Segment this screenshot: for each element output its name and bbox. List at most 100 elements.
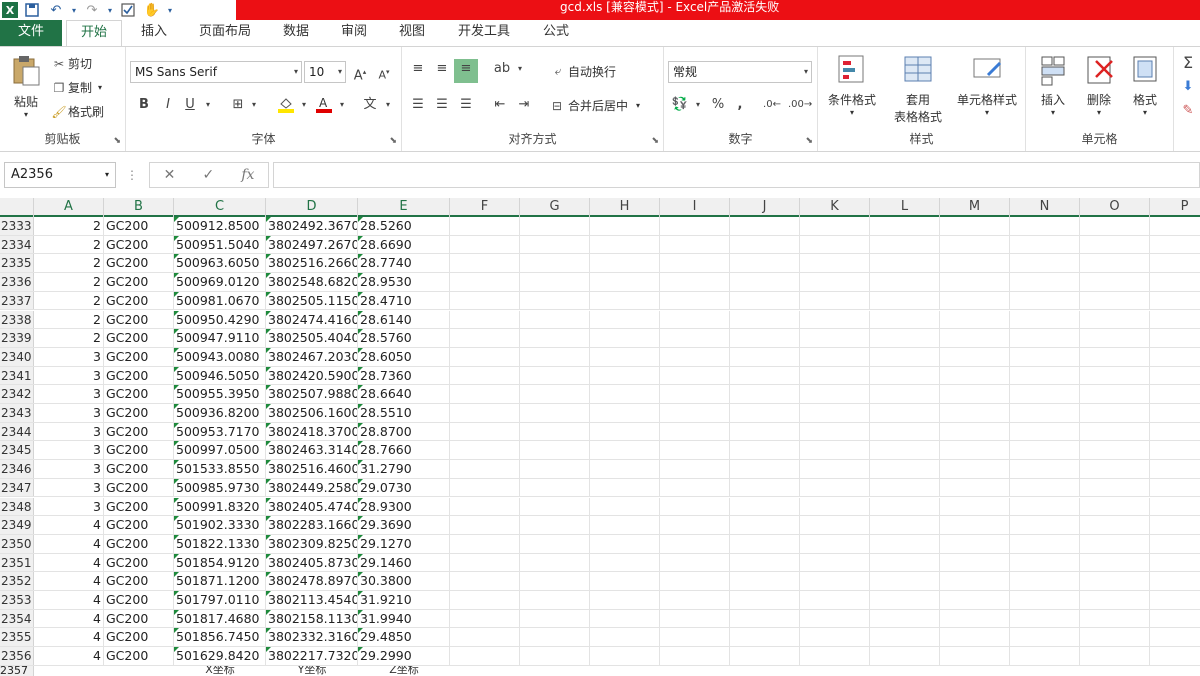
cell-h2351[interactable] <box>590 553 660 572</box>
tab-formulas[interactable]: 公式 <box>536 20 576 46</box>
cell-a2341[interactable]: 3 <box>34 366 104 385</box>
cell-j2356[interactable] <box>730 647 800 665</box>
row-header[interactable]: 2352 <box>0 572 34 590</box>
cell-g2345[interactable] <box>520 441 590 460</box>
cell-e2342[interactable]: 28.6640 <box>358 385 450 403</box>
cell-l2333[interactable] <box>870 217 940 235</box>
cell-k2342[interactable] <box>800 385 870 403</box>
select-all-corner[interactable] <box>0 198 34 217</box>
cell-f2347[interactable] <box>450 478 520 497</box>
cell-g2352[interactable] <box>520 572 590 590</box>
cell-n2352[interactable] <box>1010 572 1080 590</box>
column-header-f[interactable]: F <box>450 198 520 217</box>
cell-o2333[interactable] <box>1080 217 1150 235</box>
cell-j2345[interactable] <box>730 441 800 460</box>
cell-n2333[interactable] <box>1010 217 1080 235</box>
cell-h2355[interactable] <box>590 628 660 647</box>
bold-button[interactable]: B <box>134 95 154 115</box>
decrease-decimal-icon[interactable]: .00→ <box>788 95 812 115</box>
row-header[interactable]: 2357 <box>0 665 34 676</box>
cell-a2352[interactable]: 4 <box>34 572 104 590</box>
cell-c2354[interactable]: 501817.4680 <box>174 609 266 628</box>
column-header-h[interactable]: H <box>590 198 660 217</box>
font-color-icon[interactable]: A <box>314 95 334 115</box>
cell-n2346[interactable] <box>1010 460 1080 478</box>
cell-c2345[interactable]: 500997.0500 <box>174 441 266 460</box>
cell-j2347[interactable] <box>730 478 800 497</box>
cell-n2355[interactable] <box>1010 628 1080 647</box>
cell-g2334[interactable] <box>520 235 590 254</box>
cell-l2340[interactable] <box>870 347 940 366</box>
cell-k2339[interactable] <box>800 329 870 347</box>
align-bottom-icon[interactable]: ≡ <box>454 59 478 83</box>
cell-g2337[interactable] <box>520 291 590 310</box>
column-header-g[interactable]: G <box>520 198 590 217</box>
column-header-a[interactable]: A <box>34 198 104 217</box>
column-header-c[interactable]: C <box>174 198 266 217</box>
cell-m2348[interactable] <box>940 497 1010 516</box>
cell-e2350[interactable]: 29.1270 <box>358 534 450 553</box>
cell-o2337[interactable] <box>1080 291 1150 310</box>
cell-f2333[interactable] <box>450 217 520 235</box>
cell-e2353[interactable]: 31.9210 <box>358 591 450 609</box>
cell-m2345[interactable] <box>940 441 1010 460</box>
cell-k2334[interactable] <box>800 235 870 254</box>
cell-a2355[interactable]: 4 <box>34 628 104 647</box>
cell-o2348[interactable] <box>1080 497 1150 516</box>
cell-l2342[interactable] <box>870 385 940 403</box>
cell-o2353[interactable] <box>1080 591 1150 609</box>
cell-p2343[interactable] <box>1150 404 1200 422</box>
name-box[interactable]: A2356 ▾ <box>4 162 116 188</box>
cell-e2336[interactable]: 28.9530 <box>358 273 450 291</box>
cell-h2346[interactable] <box>590 460 660 478</box>
tab-data[interactable]: 数据 <box>278 20 314 46</box>
cell-a2356[interactable]: 4 <box>34 647 104 665</box>
cell-c2335[interactable]: 500963.6050 <box>174 254 266 273</box>
cell-b2351[interactable]: GC200 <box>104 553 174 572</box>
cell-e2333[interactable]: 28.5260 <box>358 217 450 235</box>
cell-k2340[interactable] <box>800 347 870 366</box>
column-header-o[interactable]: O <box>1080 198 1150 217</box>
cell-m2337[interactable] <box>940 291 1010 310</box>
cell-e2351[interactable]: 29.1460 <box>358 553 450 572</box>
row-header[interactable]: 2349 <box>0 516 34 534</box>
cell-h2350[interactable] <box>590 534 660 553</box>
cell-f2349[interactable] <box>450 516 520 534</box>
cell-a2346[interactable]: 3 <box>34 460 104 478</box>
cell-n2356[interactable] <box>1010 647 1080 665</box>
row-header[interactable]: 2337 <box>0 291 34 310</box>
cell-l2345[interactable] <box>870 441 940 460</box>
cell-i2340[interactable] <box>660 347 730 366</box>
cell-l2335[interactable] <box>870 254 940 273</box>
cell-l2346[interactable] <box>870 460 940 478</box>
row-header[interactable]: 2355 <box>0 628 34 647</box>
cell-g2350[interactable] <box>520 534 590 553</box>
cell-c2353[interactable]: 501797.0110 <box>174 591 266 609</box>
cell-h2354[interactable] <box>590 609 660 628</box>
cell-c2356[interactable]: 501629.8420 <box>174 647 266 665</box>
cell-i2351[interactable] <box>660 553 730 572</box>
cell-e2348[interactable]: 28.9300 <box>358 497 450 516</box>
cell-j2339[interactable] <box>730 329 800 347</box>
cell-m2334[interactable] <box>940 235 1010 254</box>
cell-a2337[interactable]: 2 <box>34 291 104 310</box>
tab-page-layout[interactable]: 页面布局 <box>194 20 256 46</box>
cell-d2334[interactable]: 3802497.2670 <box>266 235 358 254</box>
font-name-combo[interactable]: MS Sans Serif ▾ <box>130 61 302 83</box>
clear-icon[interactable]: ✎ <box>1178 101 1198 121</box>
cell-k2346[interactable] <box>800 460 870 478</box>
cell-b2337[interactable]: GC200 <box>104 291 174 310</box>
cell-c2351[interactable]: 501854.9120 <box>174 553 266 572</box>
cell-m2338[interactable] <box>940 310 1010 329</box>
cell-f2344[interactable] <box>450 422 520 441</box>
column-header-p[interactable]: P <box>1150 198 1200 217</box>
cell-d2342[interactable]: 3802507.9880 <box>266 385 358 403</box>
cell-e2340[interactable]: 28.6050 <box>358 347 450 366</box>
cell-f2335[interactable] <box>450 254 520 273</box>
cell-i2341[interactable] <box>660 366 730 385</box>
cell-c2338[interactable]: 500950.4290 <box>174 310 266 329</box>
cell-c2343[interactable]: 500936.8200 <box>174 404 266 422</box>
cell-n2336[interactable] <box>1010 273 1080 291</box>
cell-m2355[interactable] <box>940 628 1010 647</box>
cell-a2342[interactable]: 3 <box>34 385 104 403</box>
